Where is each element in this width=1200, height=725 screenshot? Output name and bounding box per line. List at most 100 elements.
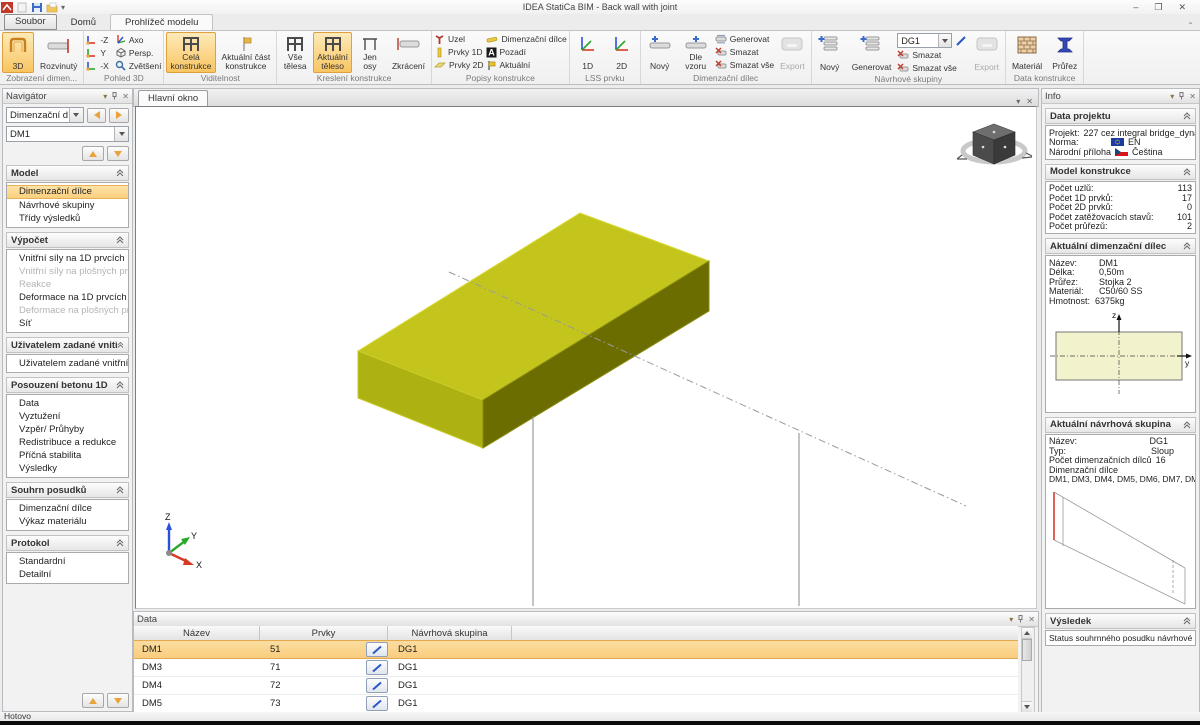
btn-lss-1d[interactable]: 1D	[572, 32, 604, 73]
navigator-member-combobox[interactable]: DM1	[6, 126, 129, 142]
nav-item-pricna-stabilita[interactable]: Příčná stabilita	[7, 449, 128, 462]
nav-item-vysledky[interactable]: Výsledky	[7, 462, 128, 475]
pin-icon[interactable]	[1178, 92, 1185, 100]
scrollbar-thumb[interactable]	[1022, 639, 1032, 661]
tab-soubor[interactable]: Soubor	[4, 14, 57, 30]
panel-close-icon[interactable]: ✕	[1189, 92, 1196, 101]
qat-dropdown-icon[interactable]: ▾	[61, 3, 65, 12]
nav-item-redistribuce[interactable]: Redistribuce a redukce	[7, 436, 128, 449]
section-data-projektu[interactable]: Data projektu	[1045, 108, 1196, 124]
scroll-up-arrow[interactable]	[1022, 628, 1032, 639]
nav-item-uzivatelem-zadane-sily[interactable]: Uživatelem zadané vnitřní síly	[7, 357, 128, 370]
panel-dropdown-icon[interactable]: ▾	[1170, 92, 1174, 101]
edit-pencil-icon[interactable]	[955, 34, 968, 47]
btn-ns-novy[interactable]: Nový	[814, 32, 846, 74]
btn-aktualni-teleso[interactable]: Aktuální těleso	[313, 32, 352, 73]
btn-prurez[interactable]: Průřez	[1048, 32, 1081, 73]
btn-pozadi[interactable]: A Pozadí	[486, 46, 567, 58]
section-aktualni-dimenzacni-dilec[interactable]: Aktuální dimenzační dílec	[1045, 238, 1196, 254]
table-row[interactable]: DM5 73 DG1	[134, 695, 1018, 713]
scroll-down-arrow[interactable]	[1022, 701, 1032, 712]
nav-item-data[interactable]: Data	[7, 397, 128, 410]
nav-item-vzper-pruhyby[interactable]: Vzpěr/ Průhyby	[7, 423, 128, 436]
move-down-button[interactable]	[107, 146, 129, 161]
btn-zkraceni[interactable]: Zkrácení	[388, 32, 429, 73]
btn-dimenzacni-dilce-label[interactable]: Dimenzační dílce	[486, 33, 567, 45]
tab-hlavni-okno[interactable]: Hlavní okno	[138, 90, 208, 106]
btn-ns-smazat-vse[interactable]: Smazat vše	[897, 62, 968, 74]
navigator-type-combobox[interactable]: Dimenzační dílec	[6, 107, 84, 123]
nav-item-vnitrni-sily-1d[interactable]: Vnitřní síly na 1D prvcích	[7, 252, 128, 265]
nav-item-deformace-1d[interactable]: Deformace na 1D prvcích	[7, 291, 128, 304]
pin-icon[interactable]	[111, 92, 118, 100]
save-icon[interactable]	[31, 2, 43, 13]
table-scrollbar[interactable]	[1021, 627, 1035, 713]
move-up-button[interactable]	[82, 146, 104, 161]
table-row[interactable]: DM3 71 DG1	[134, 659, 1018, 677]
btn-dd-dle-vzoru[interactable]: Dle vzoru	[679, 32, 713, 73]
next-item-button[interactable]	[109, 108, 129, 123]
panel-close-icon[interactable]: ✕	[122, 92, 129, 101]
nav-scroll-down-button[interactable]	[107, 693, 129, 708]
close-button[interactable]: ✕	[1178, 2, 1186, 13]
section-posouzeni-betonu[interactable]: Posouzení betonu 1D	[6, 377, 129, 393]
btn-cela-konstrukce[interactable]: Celá konstrukce	[166, 32, 215, 73]
btn-material[interactable]: Materiál	[1008, 32, 1046, 73]
viewport-3d[interactable]: Z Y X	[135, 106, 1037, 609]
prev-item-button[interactable]	[87, 108, 107, 123]
column-header-prvky[interactable]: Prvky	[260, 626, 388, 640]
section-protokol[interactable]: Protokol	[6, 535, 129, 551]
section-vypocet[interactable]: Výpočet	[6, 232, 129, 248]
minimize-button[interactable]: –	[1133, 2, 1138, 13]
btn-dd-generovat[interactable]: Generovat	[715, 33, 774, 45]
btn-view-minus-z[interactable]: -Z	[86, 34, 109, 46]
btn-3d[interactable]: 3D	[2, 32, 34, 73]
design-group-combobox[interactable]: DG1	[897, 33, 952, 48]
nav-item-vykaz-materialu[interactable]: Výkaz materiálu	[7, 515, 128, 528]
btn-aktualni-cast-konstrukce[interactable]: Aktuální část konstrukce	[218, 32, 275, 73]
btn-dd-novy[interactable]: Nový	[643, 32, 677, 73]
btn-view-persp[interactable]: Persp.	[115, 47, 162, 59]
nav-item-souhrn-dimenzacni-dilce[interactable]: Dimenzační dílce	[7, 502, 128, 515]
column-header-navrhova-skupina[interactable]: Návrhová skupina	[388, 626, 512, 640]
btn-dd-smazat-vse[interactable]: Smazat vše	[715, 59, 774, 71]
tab-domu[interactable]: Domů	[57, 15, 110, 30]
new-file-icon[interactable]	[16, 2, 28, 13]
btn-zoom[interactable]: Zvětšení	[115, 60, 162, 72]
section-vysledek[interactable]: Výsledek	[1045, 613, 1196, 629]
nav-scroll-up-button[interactable]	[82, 693, 104, 708]
nav-item-detailni[interactable]: Detailní	[7, 568, 128, 581]
nav-item-standardni[interactable]: Standardní	[7, 555, 128, 568]
btn-view-axo[interactable]: Axo	[115, 34, 162, 46]
btn-view-y[interactable]: Y	[86, 47, 109, 59]
nav-item-vyztuzeni[interactable]: Vyztužení	[7, 410, 128, 423]
restore-button[interactable]: ❐	[1154, 2, 1162, 13]
btn-uzel[interactable]: Uzel	[434, 33, 483, 45]
main-window-close-icon[interactable]: ✕	[1026, 97, 1033, 106]
nav-item-dimenzacni-dilce[interactable]: Dimenzační dílce	[7, 185, 128, 199]
column-header-nazev[interactable]: Název	[134, 626, 260, 640]
section-model[interactable]: Model	[6, 165, 129, 181]
table-row[interactable]: DM4 72 DG1	[134, 677, 1018, 695]
panel-dropdown-icon[interactable]: ▾	[1009, 615, 1013, 624]
btn-ns-generovat[interactable]: Generovat	[848, 32, 896, 74]
section-uzivatelem-zadane[interactable]: Uživatelem zadané vnitřní s	[6, 337, 129, 353]
pin-icon[interactable]	[1017, 615, 1024, 623]
btn-vse-telesa[interactable]: Vše tělesa	[279, 32, 311, 73]
main-window-dropdown-icon[interactable]: ▾	[1016, 97, 1020, 106]
btn-ns-smazat[interactable]: Smazat	[897, 49, 968, 61]
nav-item-tridy-vysledku[interactable]: Třídy výsledků	[7, 212, 128, 225]
btn-prvky-1d[interactable]: Prvky 1D	[434, 46, 483, 58]
btn-aktualni-label[interactable]: Aktuální	[486, 59, 567, 71]
nav-item-sit[interactable]: Síť	[7, 317, 128, 330]
btn-jen-osy[interactable]: Jen osy	[354, 32, 386, 73]
edit-pencil-button[interactable]	[366, 696, 388, 711]
btn-lss-2d[interactable]: 2D	[606, 32, 638, 73]
btn-prvky-2d[interactable]: Prvky 2D	[434, 59, 483, 71]
section-model-konstrukce[interactable]: Model konstrukce	[1045, 164, 1196, 180]
orbit-cube-widget[interactable]	[957, 124, 1032, 164]
table-row[interactable]: DM1 51 DG1	[134, 640, 1018, 659]
ribbon-collapse-icon[interactable]: ⌃	[1187, 21, 1194, 30]
open-folder-icon[interactable]	[46, 2, 58, 13]
btn-view-minus-x[interactable]: -X	[86, 60, 109, 72]
